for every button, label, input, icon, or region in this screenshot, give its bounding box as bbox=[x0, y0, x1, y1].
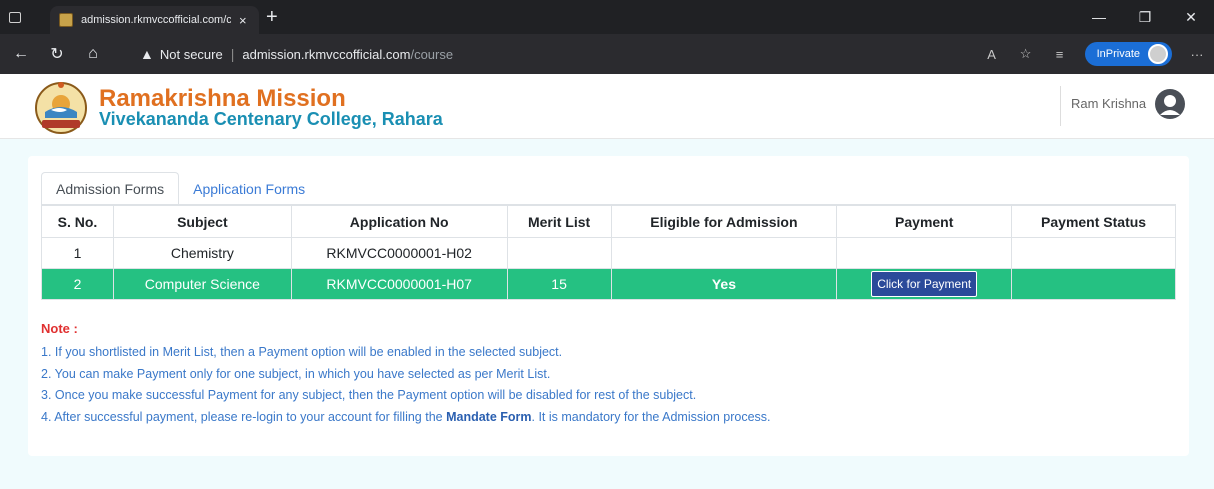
header-payment-status: Payment Status bbox=[1011, 205, 1176, 238]
header-merit-list: Merit List bbox=[506, 205, 612, 238]
tab-title: admission.rkmvccofficial.com/co bbox=[81, 14, 231, 26]
cell-payment bbox=[836, 237, 1013, 269]
mandate-form-text: Mandate Form bbox=[446, 409, 532, 424]
cell-merit-list bbox=[506, 237, 612, 269]
table-row: 1 Chemistry RKMVCC0000001-H02 bbox=[41, 237, 1176, 269]
favorites-icon[interactable]: ≡ bbox=[1043, 47, 1077, 62]
note-title: Note : bbox=[41, 321, 78, 336]
note-item-2: 2. You can make Payment only for one sub… bbox=[41, 366, 551, 381]
not-secure-label[interactable]: Not secure bbox=[160, 47, 223, 62]
close-icon[interactable]: ✕ bbox=[1168, 9, 1214, 26]
cell-payment-status bbox=[1011, 268, 1176, 300]
header-sno: S. No. bbox=[41, 205, 114, 238]
note-4-prefix: 4. After successful payment, please re-l… bbox=[41, 409, 447, 424]
url-text[interactable]: admission.rkmvccofficial.com/course bbox=[242, 47, 453, 62]
cell-subject: Computer Science bbox=[112, 268, 292, 300]
header-application-no: Application No bbox=[290, 205, 508, 238]
header-payment: Payment bbox=[836, 205, 1013, 238]
browser-titlebar: admission.rkmvccofficial.com/co × + — ❐ … bbox=[0, 0, 1214, 34]
header-eligible: Eligible for Admission bbox=[610, 205, 838, 238]
home-icon[interactable]: ⌂ bbox=[78, 39, 108, 69]
brand-subtitle: Vivekananda Centenary College, Rahara bbox=[99, 109, 443, 129]
new-tab-button[interactable]: + bbox=[266, 6, 278, 28]
note-item-1: 1. If you shortlisted in Merit List, the… bbox=[41, 345, 563, 359]
note-item-4: 4. After successful payment, please re-l… bbox=[41, 410, 771, 432]
profile-icon bbox=[1148, 44, 1168, 64]
note-4-suffix: . It is mandatory for the Admission proc… bbox=[531, 409, 771, 424]
cell-application-no: RKMVCC0000001-H02 bbox=[290, 237, 508, 269]
table-header-row: S. No. Subject Application No Merit List… bbox=[41, 205, 1176, 238]
refresh-icon[interactable]: ↻ bbox=[42, 39, 72, 69]
cell-merit-list: 15 bbox=[506, 268, 612, 300]
page: Ramakrishna Mission Vivekananda Centenar… bbox=[0, 74, 1214, 489]
user-name[interactable]: Ram Krishna bbox=[1071, 96, 1146, 111]
college-logo-icon bbox=[35, 82, 87, 134]
window-menu-icon[interactable] bbox=[0, 0, 30, 34]
minimize-icon[interactable]: — bbox=[1076, 9, 1122, 25]
url-host: admission.rkmvccofficial.com bbox=[242, 46, 411, 62]
note-item-3: 3. Once you make successful Payment for … bbox=[41, 388, 697, 402]
inprivate-label: InPrivate bbox=[1096, 48, 1140, 60]
cell-payment-status bbox=[1011, 237, 1176, 269]
read-aloud-icon[interactable]: A bbox=[975, 47, 1009, 62]
cell-payment: Click for Payment bbox=[836, 268, 1013, 300]
tab-admission-forms[interactable]: Admission Forms bbox=[41, 172, 180, 205]
tabs-bar: Admission Forms Application Forms bbox=[41, 172, 319, 205]
table-row-highlighted: 2 Computer Science RKMVCC0000001-H07 15 … bbox=[41, 268, 1176, 300]
cell-application-no: RKMVCC0000001-H07 bbox=[290, 268, 508, 300]
click-for-payment-button[interactable]: Click for Payment bbox=[871, 271, 978, 297]
cell-eligible: Yes bbox=[610, 268, 838, 300]
cell-sno: 1 bbox=[41, 237, 114, 269]
admission-card: Admission Forms Application Forms S. No.… bbox=[28, 156, 1189, 456]
address-separator: | bbox=[230, 46, 235, 62]
header-divider bbox=[1060, 86, 1061, 126]
tab-application-forms[interactable]: Application Forms bbox=[179, 172, 319, 205]
header-subject: Subject bbox=[112, 205, 292, 238]
url-path: /course bbox=[410, 46, 454, 62]
site-header: Ramakrishna Mission Vivekananda Centenar… bbox=[0, 74, 1214, 139]
browser-tab[interactable]: admission.rkmvccofficial.com/co × bbox=[50, 6, 259, 34]
tab-close-icon[interactable]: × bbox=[239, 13, 247, 28]
warning-icon[interactable]: ▲ bbox=[140, 46, 154, 62]
avatar-icon[interactable] bbox=[1155, 89, 1185, 119]
favorites-add-icon[interactable]: ☆ bbox=[1009, 46, 1043, 62]
restore-icon[interactable]: ❐ bbox=[1122, 9, 1168, 26]
back-icon[interactable]: ← bbox=[6, 39, 36, 69]
notes-list: 1. If you shortlisted in Merit List, the… bbox=[41, 345, 771, 431]
inprivate-badge[interactable]: InPrivate bbox=[1084, 42, 1172, 66]
site-favicon-icon bbox=[59, 13, 73, 27]
admission-table: S. No. Subject Application No Merit List… bbox=[41, 205, 1176, 300]
cell-sno: 2 bbox=[41, 268, 114, 300]
cell-subject: Chemistry bbox=[112, 237, 292, 269]
more-icon[interactable]: ··· bbox=[1180, 47, 1214, 62]
browser-toolbar: ← ↻ ⌂ ▲ Not secure | admission.rkmvccoff… bbox=[0, 34, 1214, 74]
cell-eligible bbox=[610, 237, 838, 269]
